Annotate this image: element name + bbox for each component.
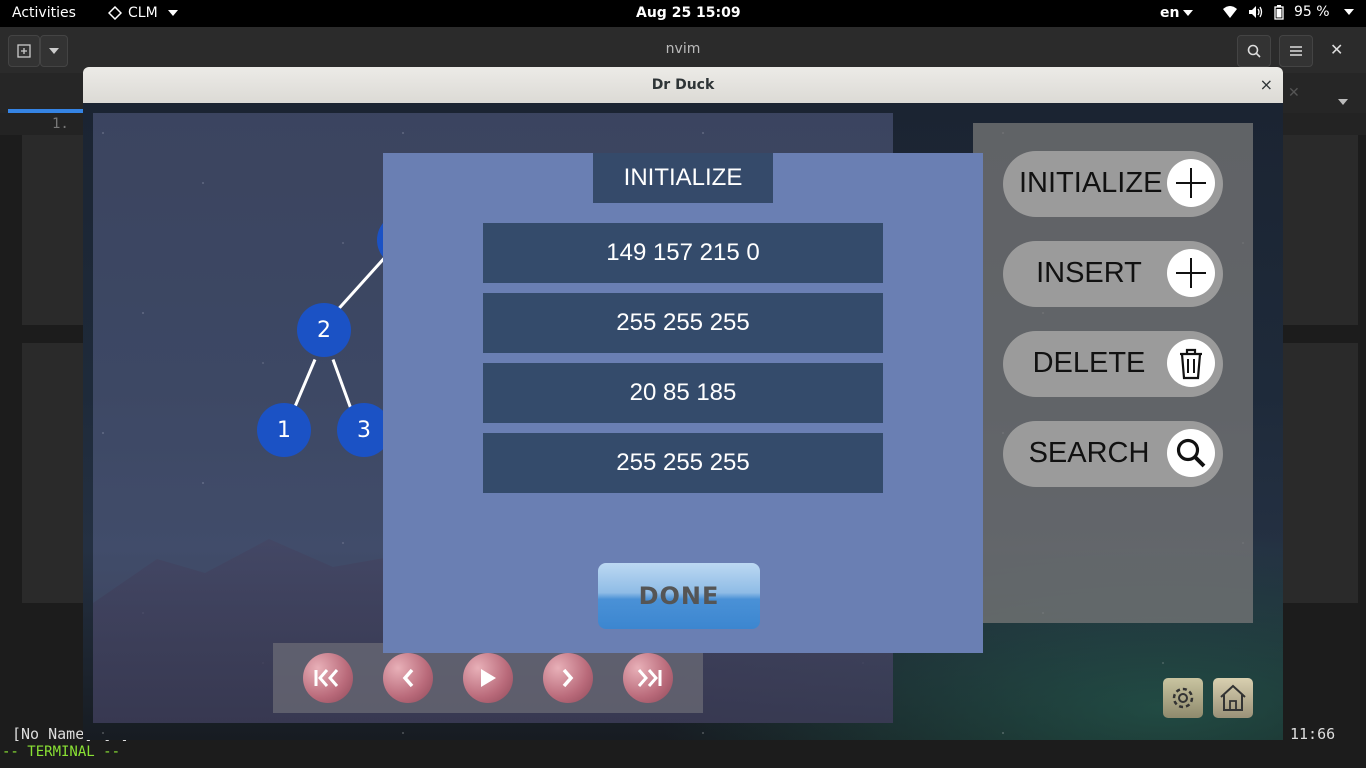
tree-edge [331, 358, 354, 412]
tree-edge [292, 358, 317, 411]
settings-button[interactable] [1163, 678, 1203, 718]
chevron-left-icon [402, 668, 414, 688]
home-button[interactable] [1213, 678, 1253, 718]
chevron-right-icon [562, 668, 574, 688]
system-top-bar: Activities CLM Aug 25 15:09 en 95 % [0, 0, 1366, 27]
delete-label: DELETE [1032, 347, 1146, 379]
app-menu[interactable]: CLM [108, 5, 178, 21]
insert-button[interactable]: INSERT [1003, 241, 1223, 307]
nvim-cursor-position: 11:66 [1290, 725, 1336, 743]
initialize-input-row[interactable]: 20 85 185 [483, 363, 883, 423]
tab-close-icon[interactable]: ✕ [1288, 85, 1300, 101]
initialize-dialog: INITIALIZE 149 157 215 0 255 255 255 20 … [383, 153, 983, 653]
search-button[interactable]: SEARCH [1003, 421, 1223, 487]
app-titlebar[interactable]: Dr Duck × [83, 67, 1283, 104]
line-number: 1. [52, 116, 69, 132]
skip-to-start-icon [314, 669, 339, 687]
battery-icon [1274, 4, 1284, 20]
skip-to-start-button[interactable] [303, 653, 353, 703]
chevron-down-icon [167, 10, 178, 16]
chevron-down-icon [1343, 9, 1354, 15]
initialize-input-row[interactable]: 255 255 255 [483, 433, 883, 493]
tree-node[interactable]: 2 [297, 303, 351, 357]
trash-icon [1167, 339, 1215, 387]
dialog-title: INITIALIZE [593, 153, 773, 203]
app-diamond-icon [108, 6, 122, 20]
battery-percentage: 95 % [1294, 4, 1330, 20]
chevron-down-icon [1183, 10, 1194, 16]
play-button[interactable] [463, 653, 513, 703]
initialize-button[interactable]: INITIALIZE [1003, 151, 1223, 217]
terminal-menu-button[interactable] [1279, 35, 1313, 67]
nvim-mode-indicator: -- TERMINAL -- [2, 744, 121, 760]
activities-button[interactable]: Activities [12, 5, 76, 21]
close-icon[interactable]: × [1260, 75, 1273, 94]
gear-icon [1172, 687, 1194, 709]
search-label: SEARCH [1028, 437, 1150, 469]
delete-button[interactable]: DELETE [1003, 331, 1223, 397]
chevron-down-icon [1338, 98, 1348, 105]
initialize-label: INITIALIZE [1019, 167, 1163, 199]
system-status-area[interactable]: 95 % [1222, 4, 1354, 20]
play-icon [481, 669, 496, 687]
hamburger-menu-icon [1290, 46, 1302, 56]
app-window-title: Dr Duck [651, 77, 715, 93]
clock[interactable]: Aug 25 15:09 [636, 5, 741, 21]
initialize-input-row[interactable]: 255 255 255 [483, 293, 883, 353]
terminal-search-button[interactable] [1237, 35, 1271, 67]
skip-to-end-button[interactable] [623, 653, 673, 703]
insert-label: INSERT [1036, 257, 1142, 289]
tree-node[interactable]: 1 [257, 403, 311, 457]
language-label: en [1160, 5, 1180, 21]
plus-icon [1167, 249, 1215, 297]
language-indicator[interactable]: en [1160, 5, 1194, 21]
home-icon [1220, 684, 1246, 711]
terminal-close-button[interactable]: ✕ [1330, 40, 1343, 59]
search-icon [1247, 44, 1261, 58]
terminal-title: nvim [665, 41, 701, 57]
operations-panel: INITIALIZE INSERT DELETE SEARCH [973, 123, 1253, 623]
step-back-button[interactable] [383, 653, 433, 703]
tabs-dropdown[interactable] [1338, 91, 1348, 110]
initialize-input-row[interactable]: 149 157 215 0 [483, 223, 883, 283]
plus-icon [1167, 159, 1215, 207]
done-button[interactable]: DONE [598, 563, 760, 629]
search-icon [1167, 429, 1215, 477]
wifi-icon [1223, 6, 1237, 18]
step-forward-button[interactable] [543, 653, 593, 703]
playback-controls [273, 643, 703, 713]
app-menu-label: CLM [128, 5, 158, 21]
skip-to-end-icon [637, 669, 662, 687]
volume-icon [1249, 6, 1263, 18]
